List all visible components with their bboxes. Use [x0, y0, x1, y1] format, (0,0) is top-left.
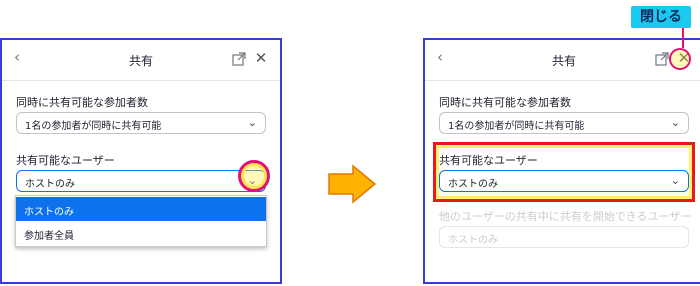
concurrent-sharers-value: 1名の参加者が同時に共有可能	[448, 121, 585, 132]
chevron-highlight-circle	[238, 160, 270, 192]
concurrent-sharers-label: 同時に共有可能な参加者数	[439, 96, 571, 109]
who-can-share-highlight-box	[433, 142, 695, 202]
who-can-start-sharing-select[interactable]: ホストのみ	[439, 226, 689, 248]
concurrent-sharers-value: 1名の参加者が同時に共有可能	[25, 121, 162, 132]
concurrent-sharers-select[interactable]: 1名の参加者が同時に共有可能 ⌄	[16, 112, 266, 134]
popout-icon[interactable]	[232, 52, 246, 66]
who-can-start-sharing-label: 他のユーザーの共有中に共有を開始できるユーザー	[439, 210, 692, 223]
concurrent-sharers-select[interactable]: 1名の参加者が同時に共有可能 ⌄	[439, 112, 689, 134]
who-can-share-label: 共有可能なユーザー	[16, 154, 115, 167]
panel-header: ‹ 共有 ✕	[2, 40, 280, 81]
panel-header: ‹ 共有 ✕	[425, 40, 700, 81]
close-icon[interactable]: ✕	[252, 49, 270, 67]
callout-pointer-line	[682, 28, 684, 48]
popout-icon[interactable]	[655, 52, 669, 66]
concurrent-sharers-label: 同時に共有可能な参加者数	[16, 96, 148, 109]
option-all-participants[interactable]: 参加者全員	[16, 221, 266, 245]
who-can-share-dropdown: ホストのみ 参加者全員	[15, 195, 267, 247]
option-host-only[interactable]: ホストのみ	[16, 197, 266, 221]
chevron-down-icon: ⌄	[247, 116, 257, 129]
close-callout-label: 閉じる	[631, 6, 691, 28]
right-arrow-icon	[328, 164, 377, 204]
who-can-share-select[interactable]: ホストのみ ⌄	[16, 170, 266, 192]
close-highlight-circle	[669, 48, 691, 70]
who-can-start-sharing-value: ホストのみ	[448, 235, 498, 246]
chevron-down-icon: ⌄	[670, 116, 680, 129]
share-settings-panel-left: ‹ 共有 ✕ 同時に共有可能な参加者数 1名の参加者が同時に共有可能 ⌄ 共有可…	[0, 38, 282, 284]
who-can-share-value: ホストのみ	[25, 179, 75, 190]
